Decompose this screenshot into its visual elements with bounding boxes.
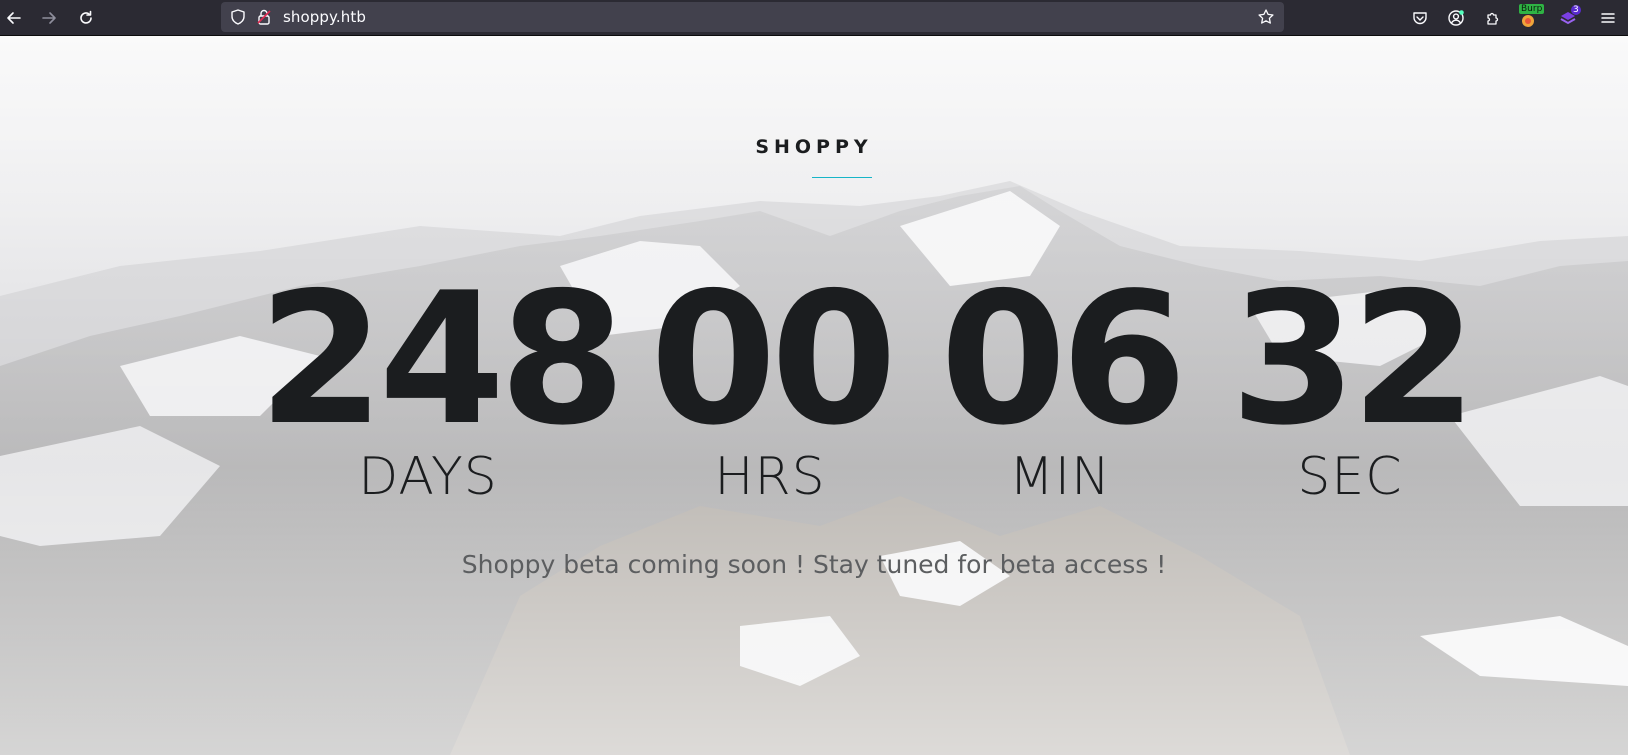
url-bar[interactable]: shoppy.htb xyxy=(221,2,1284,32)
extensions-icon xyxy=(1487,12,1499,25)
account-icon xyxy=(1448,10,1464,26)
pocket-icon xyxy=(1413,12,1427,25)
countdown-minutes-value: 06 xyxy=(940,253,1187,465)
burp-extension-button[interactable]: Burp xyxy=(1514,4,1545,32)
countdown-seconds-value: 32 xyxy=(1230,253,1477,465)
pocket-button[interactable] xyxy=(1406,4,1434,32)
bookmark-star-icon[interactable] xyxy=(1257,8,1275,26)
hamburger-menu-icon xyxy=(1601,13,1615,23)
insecure-lock-icon[interactable] xyxy=(255,8,273,26)
back-arrow-icon xyxy=(7,12,21,24)
back-button[interactable] xyxy=(0,4,28,32)
countdown-days-value: 248 xyxy=(258,253,626,465)
countdown-minutes: 06 MIN xyxy=(940,253,1187,505)
account-button[interactable] xyxy=(1442,4,1470,32)
page-viewport: SHOPPY 248 DAYS 00 HRS 06 MIN 32 SEC Sho… xyxy=(0,36,1628,755)
burp-extension-badge: Burp xyxy=(1519,4,1545,14)
browser-toolbar: shoppy.htb Burp 3 xyxy=(0,0,1628,36)
wappalyzer-extension-button[interactable]: 3 xyxy=(1554,4,1582,32)
wappalyzer-extension-badge: 3 xyxy=(1571,5,1581,15)
forward-button[interactable] xyxy=(35,4,63,32)
forward-arrow-icon xyxy=(42,12,56,24)
tracking-protection-shield-icon[interactable] xyxy=(229,8,247,26)
countdown-days: 248 DAYS xyxy=(258,253,626,505)
countdown-hours-value: 00 xyxy=(650,253,897,465)
brand-underline xyxy=(812,177,872,178)
site-brand: SHOPPY xyxy=(755,136,873,158)
countdown-seconds: 32 SEC xyxy=(1230,253,1477,505)
countdown-hours: 00 HRS xyxy=(650,253,897,505)
extensions-button[interactable] xyxy=(1478,4,1506,32)
coming-soon-tagline: Shoppy beta coming soon ! Stay tuned for… xyxy=(461,550,1167,579)
app-menu-button[interactable] xyxy=(1594,4,1622,32)
url-text[interactable]: shoppy.htb xyxy=(283,8,366,26)
reload-button[interactable] xyxy=(72,4,100,32)
reload-icon xyxy=(80,10,92,24)
